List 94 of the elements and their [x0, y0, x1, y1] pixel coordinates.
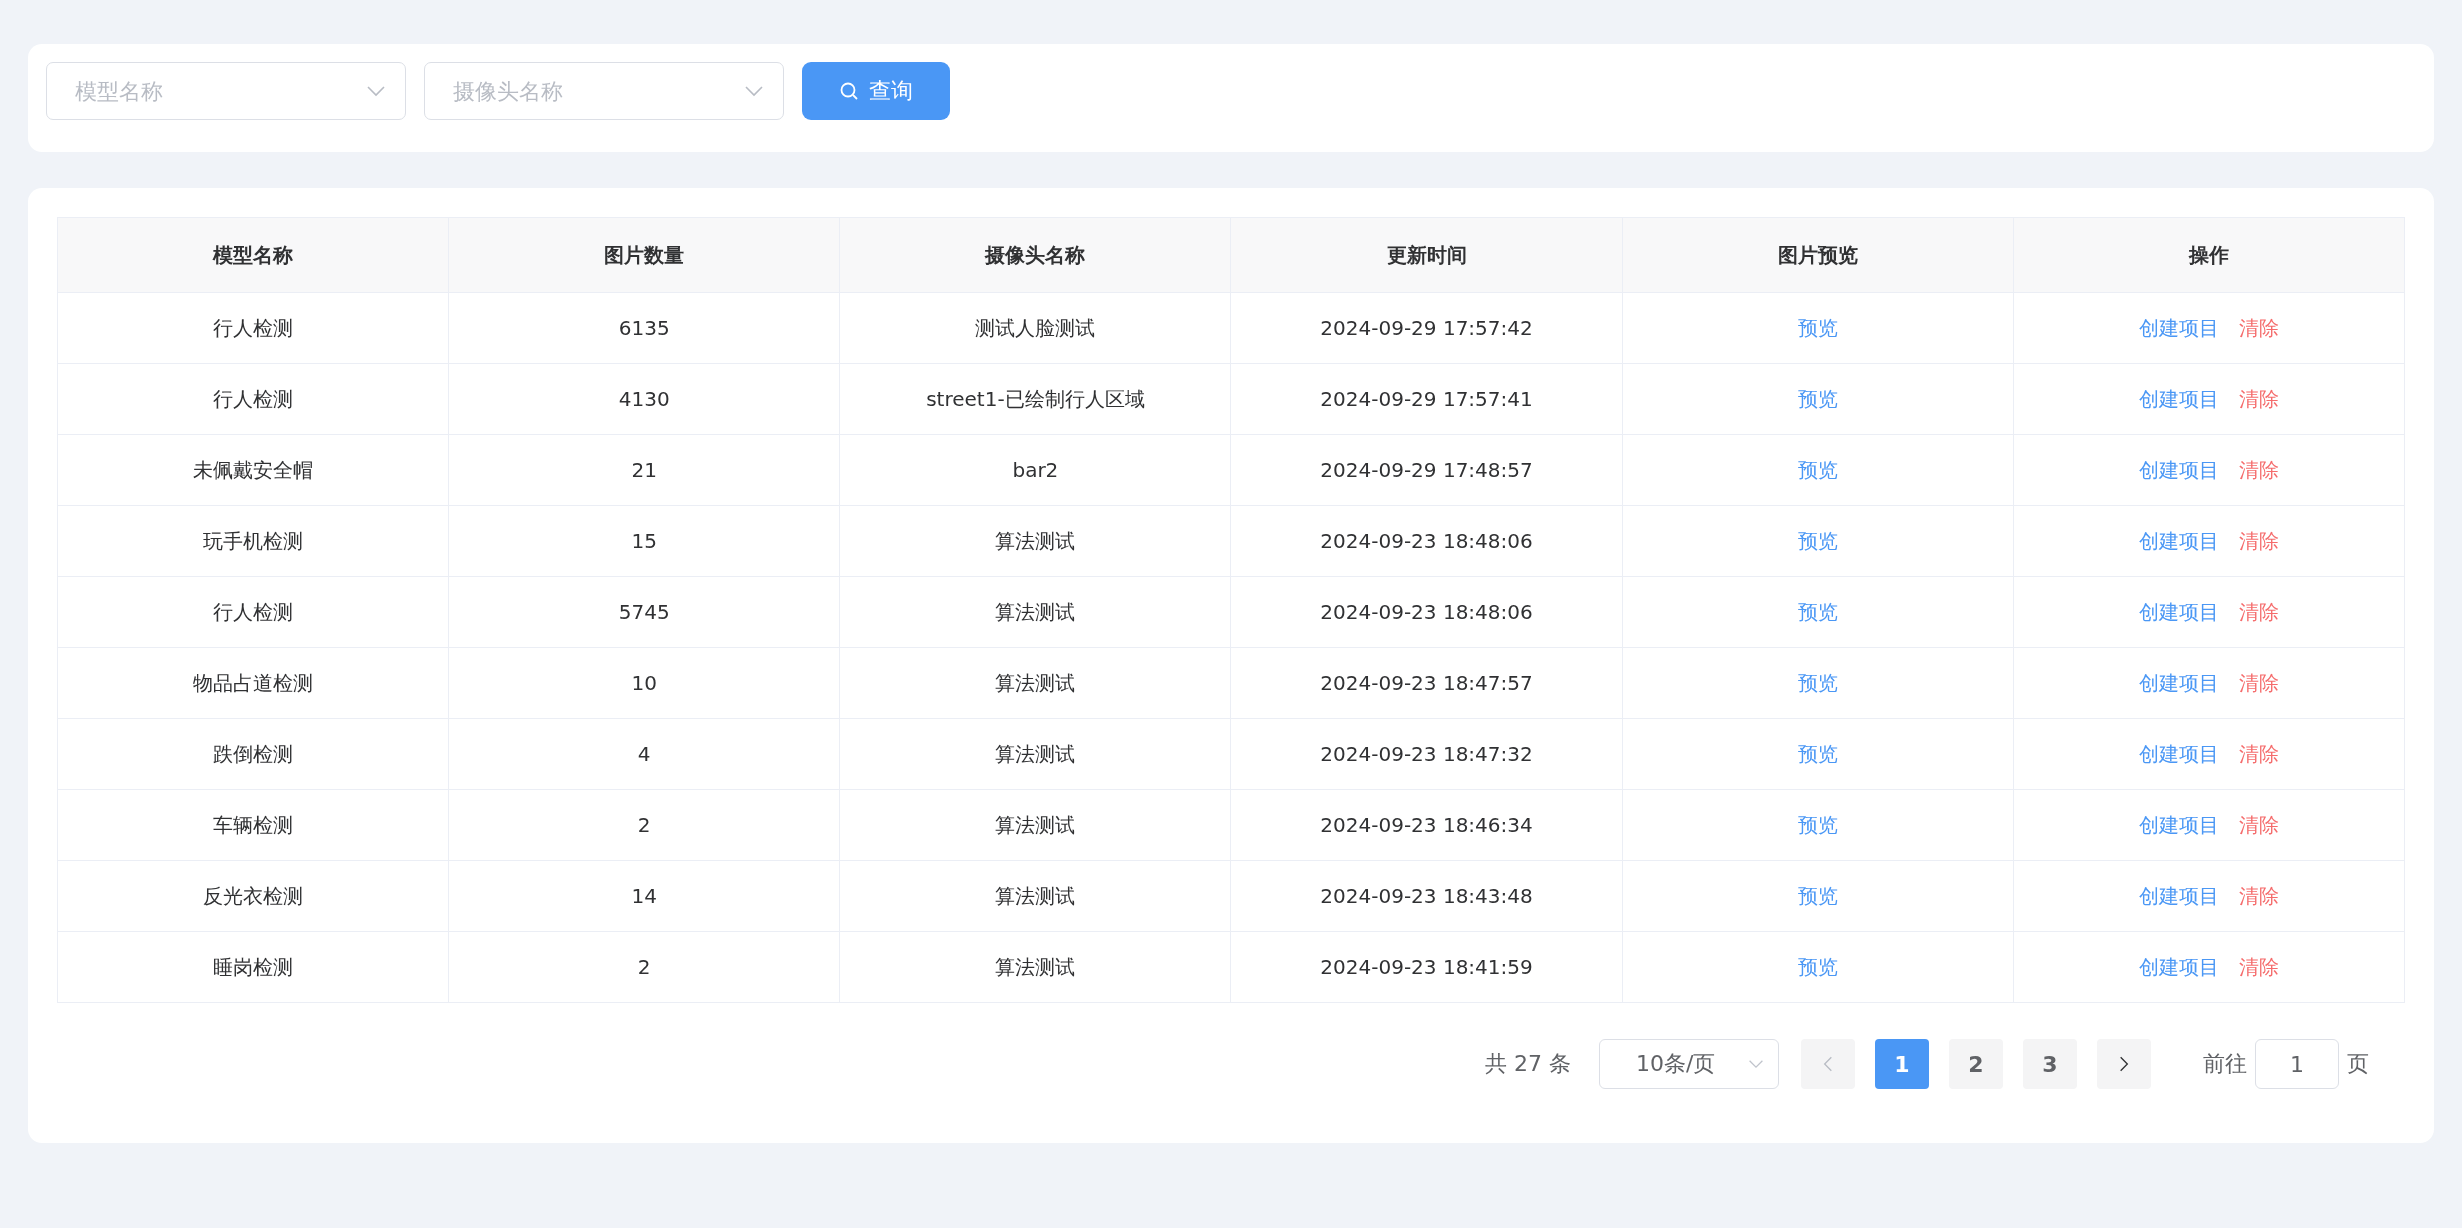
page-button[interactable]: 3	[2023, 1039, 2077, 1089]
table-cell: 2024-09-23 18:47:32	[1230, 718, 1623, 790]
table-cell: 2024-09-29 17:48:57	[1230, 434, 1623, 506]
page-suffix: 页	[2347, 1050, 2369, 1078]
create-project-link[interactable]: 创建项目	[2138, 457, 2219, 482]
clear-link[interactable]: 清除	[2238, 670, 2279, 695]
chevron-right-icon	[2119, 1055, 2129, 1073]
chevron-down-icon	[366, 85, 386, 97]
clear-link[interactable]: 清除	[2238, 954, 2279, 979]
create-project-link[interactable]: 创建项目	[2138, 812, 2219, 837]
table-cell: 算法测试	[839, 576, 1231, 648]
clear-link[interactable]: 清除	[2238, 883, 2279, 908]
preview-link[interactable]: 预览	[1797, 954, 1838, 979]
table-cell: 2024-09-23 18:48:06	[1230, 505, 1623, 577]
create-project-link[interactable]: 创建项目	[2138, 954, 2219, 979]
page-button[interactable]: 2	[1949, 1039, 2003, 1089]
create-project-link[interactable]: 创建项目	[2138, 386, 2219, 411]
next-page-button[interactable]	[2097, 1039, 2151, 1089]
table-cell: 物品占道检测	[57, 647, 449, 719]
column-header: 更新时间	[1230, 217, 1623, 293]
clear-link[interactable]: 清除	[2238, 457, 2279, 482]
table-cell: 行人检测	[57, 363, 449, 435]
table-cell: 2024-09-23 18:43:48	[1230, 860, 1623, 932]
table-cell: 4130	[448, 363, 840, 435]
create-project-link[interactable]: 创建项目	[2138, 670, 2219, 695]
table-cell: 未佩戴安全帽	[57, 434, 449, 506]
table-cell: 2024-09-23 18:46:34	[1230, 789, 1623, 861]
create-project-link[interactable]: 创建项目	[2138, 741, 2219, 766]
table-cell: 反光衣检测	[57, 860, 449, 932]
table-cell: 5745	[448, 576, 840, 648]
table-cell: 2024-09-23 18:41:59	[1230, 931, 1623, 1003]
clear-link[interactable]: 清除	[2238, 741, 2279, 766]
preview-link[interactable]: 预览	[1797, 386, 1838, 411]
table-cell: 车辆检测	[57, 789, 449, 861]
chevron-left-icon	[1823, 1055, 1833, 1073]
table-cell: 算法测试	[839, 860, 1231, 932]
preview-link[interactable]: 预览	[1797, 315, 1838, 340]
column-header: 摄像头名称	[839, 217, 1231, 293]
model-select[interactable]: 模型名称	[46, 62, 406, 120]
table-cell: 算法测试	[839, 647, 1231, 719]
create-project-link[interactable]: 创建项目	[2138, 883, 2219, 908]
table-cell: 睡岗检测	[57, 931, 449, 1003]
preview-link[interactable]: 预览	[1797, 457, 1838, 482]
table-cell: 行人检测	[57, 576, 449, 648]
create-project-link[interactable]: 创建项目	[2138, 599, 2219, 624]
preview-link[interactable]: 预览	[1797, 812, 1838, 837]
table-cell: 算法测试	[839, 505, 1231, 577]
chevron-down-icon	[744, 85, 764, 97]
table-cell: 4	[448, 718, 840, 790]
table-cell: 14	[448, 860, 840, 932]
table-cell: 2024-09-29 17:57:42	[1230, 292, 1623, 364]
page-size-select[interactable]: 10条/页	[1599, 1039, 1779, 1089]
preview-link[interactable]: 预览	[1797, 670, 1838, 695]
table-cell: 跌倒检测	[57, 718, 449, 790]
goto-label: 前往	[2203, 1050, 2247, 1078]
preview-link[interactable]: 预览	[1797, 528, 1838, 553]
column-header: 图片数量	[448, 217, 840, 293]
table-cell: 2	[448, 931, 840, 1003]
table-cell: 行人检测	[57, 292, 449, 364]
camera-select[interactable]: 摄像头名称	[424, 62, 784, 120]
table-cell: bar2	[839, 434, 1231, 506]
page-button[interactable]: 1	[1875, 1039, 1929, 1089]
table-cell: 算法测试	[839, 718, 1231, 790]
goto-page-field[interactable]: 1	[2255, 1039, 2339, 1089]
table-cell: street1-已绘制行人区域	[839, 363, 1231, 435]
total-count: 共 27 条	[1485, 1050, 1571, 1078]
table-cell: 10	[448, 647, 840, 719]
clear-link[interactable]: 清除	[2238, 599, 2279, 624]
clear-link[interactable]: 清除	[2238, 812, 2279, 837]
table-cell: 15	[448, 505, 840, 577]
preview-link[interactable]: 预览	[1797, 599, 1838, 624]
search-icon	[839, 81, 859, 101]
clear-link[interactable]: 清除	[2238, 315, 2279, 340]
preview-link[interactable]: 预览	[1797, 741, 1838, 766]
table-cell: 2024-09-23 18:47:57	[1230, 647, 1623, 719]
preview-link[interactable]: 预览	[1797, 883, 1838, 908]
table-cell: 6135	[448, 292, 840, 364]
table-cell: 算法测试	[839, 931, 1231, 1003]
chevron-down-icon	[1748, 1059, 1764, 1069]
table-cell: 21	[448, 434, 840, 506]
column-header: 图片预览	[1622, 217, 2014, 293]
table-cell: 2024-09-29 17:57:41	[1230, 363, 1623, 435]
clear-link[interactable]: 清除	[2238, 528, 2279, 553]
table-cell: 2	[448, 789, 840, 861]
query-button[interactable]: 查询	[802, 62, 950, 120]
create-project-link[interactable]: 创建项目	[2138, 315, 2219, 340]
create-project-link[interactable]: 创建项目	[2138, 528, 2219, 553]
table-cell: 算法测试	[839, 789, 1231, 861]
column-header: 操作	[2013, 217, 2405, 293]
column-header: 模型名称	[57, 217, 449, 293]
table-cell: 2024-09-23 18:48:06	[1230, 576, 1623, 648]
clear-link[interactable]: 清除	[2238, 386, 2279, 411]
table-cell: 测试人脸测试	[839, 292, 1231, 364]
table-cell: 玩手机检测	[57, 505, 449, 577]
